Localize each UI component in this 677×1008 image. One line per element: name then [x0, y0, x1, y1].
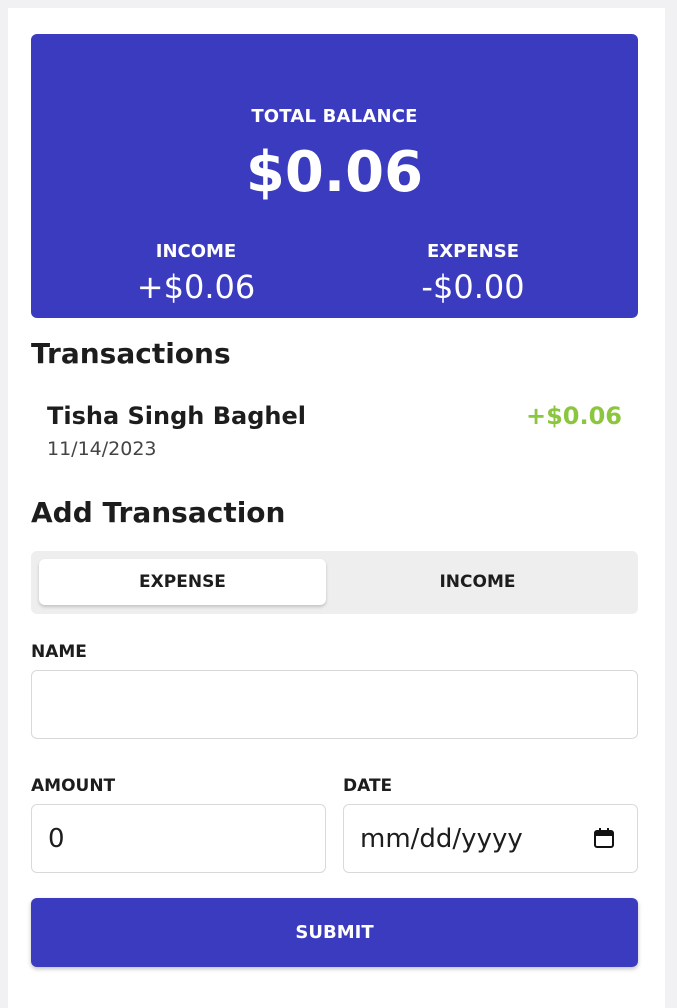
income-value: +$0.06 — [136, 268, 256, 306]
name-label: NAME — [31, 642, 87, 662]
expense-label: EXPENSE — [427, 241, 519, 262]
expense-toggle-button[interactable]: EXPENSE — [39, 559, 326, 605]
balance-summary: TOTAL BALANCE $0.06 INCOME +$0.06 EXPENS… — [31, 34, 638, 318]
calendar-icon[interactable] — [593, 827, 615, 849]
transaction-item[interactable]: Tisha Singh Baghel 11/14/2023 +$0.06 — [47, 402, 622, 472]
transactions-title: Transactions — [31, 337, 231, 370]
income-label: INCOME — [155, 241, 237, 262]
total-balance-label: TOTAL BALANCE — [251, 106, 418, 127]
add-transaction-title: Add Transaction — [31, 496, 286, 529]
submit-button[interactable]: SUBMIT — [31, 898, 638, 967]
name-input[interactable] — [31, 670, 638, 739]
date-placeholder: mm/dd/yyyy — [360, 823, 523, 854]
amount-input[interactable]: 0 — [31, 804, 326, 873]
amount-value: 0 — [48, 823, 65, 854]
income-toggle-button[interactable]: INCOME — [334, 559, 621, 605]
expense-value: -$0.00 — [421, 268, 525, 306]
transaction-amount: +$0.06 — [525, 402, 622, 430]
expense-summary: EXPENSE -$0.00 — [323, 241, 623, 306]
amount-label: AMOUNT — [31, 776, 116, 796]
income-summary: INCOME +$0.06 — [46, 241, 346, 306]
total-balance-value: $0.06 — [245, 140, 424, 205]
transaction-type-toggle: EXPENSE INCOME — [31, 551, 638, 614]
transaction-date: 11/14/2023 — [47, 438, 157, 460]
date-label: DATE — [343, 776, 393, 796]
date-input[interactable]: mm/dd/yyyy — [343, 804, 638, 873]
